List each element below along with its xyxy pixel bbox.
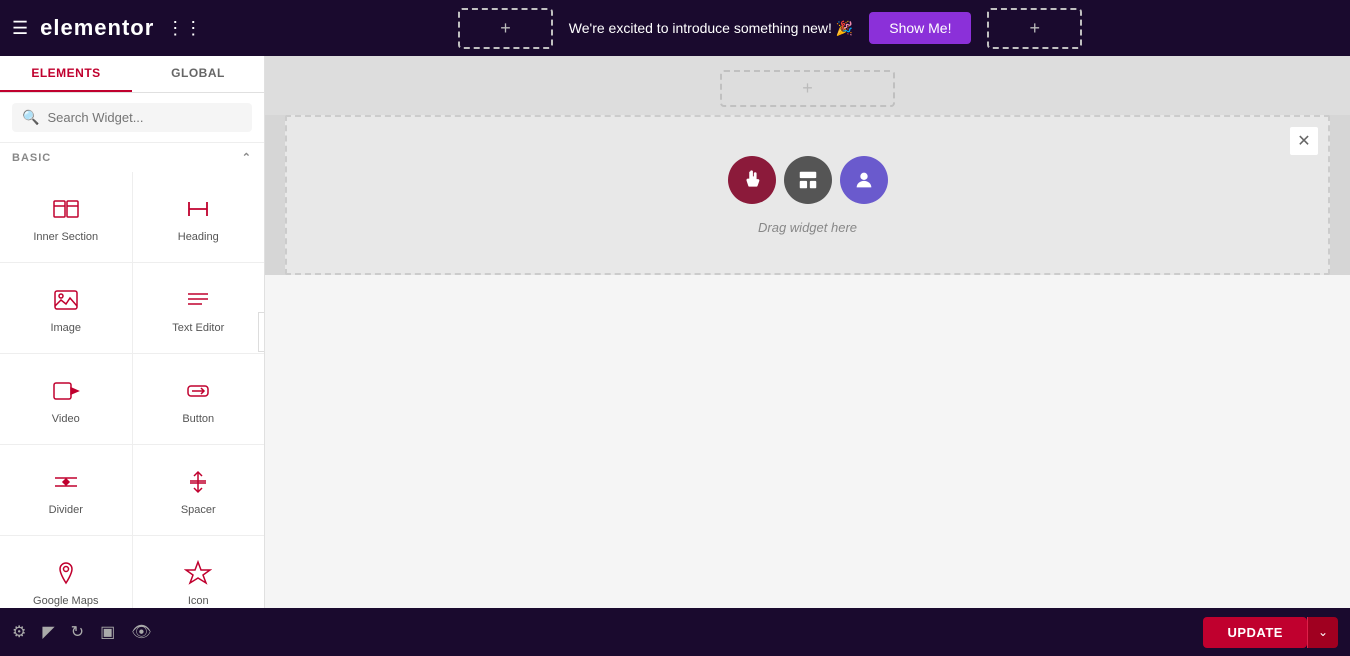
widget-image[interactable]: Image — [0, 263, 132, 353]
video-icon — [52, 377, 80, 405]
action-icons — [728, 156, 888, 204]
search-icon: 🔍 — [22, 109, 39, 126]
bottom-bar-left: ⚙ ◤ ↻ ▣ 👁 — [12, 622, 152, 642]
widget-video[interactable]: Video — [0, 354, 132, 444]
heading-icon — [184, 195, 212, 223]
action-section-button[interactable] — [784, 156, 832, 204]
widget-image-label: Image — [50, 322, 81, 334]
widget-heading[interactable]: Heading — [133, 172, 265, 262]
widget-google-maps-label: Google Maps — [33, 595, 98, 607]
button-icon — [184, 377, 212, 405]
canvas-sections-container: ✕ — [265, 115, 1350, 275]
divider-icon — [52, 468, 80, 496]
spacer-icon — [184, 468, 212, 496]
section-block: ✕ — [285, 115, 1330, 275]
update-wrap: UPDATE ⌄ — [1203, 617, 1338, 648]
widget-button-label: Button — [182, 413, 214, 425]
widget-inner-section[interactable]: Inner Section — [0, 172, 132, 262]
widgets-grid: Inner Section Heading — [0, 172, 264, 608]
drag-hint: Drag widget here — [758, 220, 857, 235]
announcement-bar: We're excited to introduce something new… — [569, 20, 853, 37]
action-drag-button[interactable] — [728, 156, 776, 204]
grid-icon[interactable]: ⋮⋮ — [166, 18, 202, 39]
widget-google-maps[interactable]: Google Maps — [0, 536, 132, 608]
widget-heading-label: Heading — [178, 231, 219, 243]
action-user-button[interactable] — [840, 156, 888, 204]
widget-icon-label: Icon — [188, 595, 209, 607]
top-bar-center: + We're excited to introduce something n… — [202, 8, 1338, 49]
canvas-top-add-area: + — [265, 56, 1350, 115]
widget-inner-section-label: Inner Section — [33, 231, 98, 243]
widget-button[interactable]: Button — [133, 354, 265, 444]
widget-spacer[interactable]: Spacer — [133, 445, 265, 535]
section-close-button[interactable]: ✕ — [1290, 127, 1318, 155]
icon-icon — [184, 559, 212, 587]
hamburger-icon[interactable]: ☰ — [12, 18, 28, 39]
section-inner: Drag widget here — [728, 156, 888, 235]
widget-icon[interactable]: Icon — [133, 536, 265, 608]
history-icon[interactable]: ↻ — [71, 622, 84, 642]
widget-text-editor-label: Text Editor — [172, 322, 224, 334]
announcement-text: We're excited to introduce something new… — [569, 20, 853, 37]
widget-text-editor[interactable]: Text Editor — [133, 263, 265, 353]
image-icon — [52, 286, 80, 314]
main-layout: ELEMENTS GLOBAL 🔍 BASIC ⌃ — [0, 56, 1350, 608]
section-header: BASIC ⌃ — [0, 143, 264, 172]
search-container: 🔍 — [0, 93, 264, 143]
add-section-top-left[interactable]: + — [458, 8, 553, 49]
tab-global[interactable]: GLOBAL — [132, 56, 264, 92]
google-maps-icon — [52, 559, 80, 587]
section-label: BASIC — [12, 152, 51, 164]
top-bar: ☰ elementor ⋮⋮ + We're excited to introd… — [0, 0, 1350, 56]
settings-icon[interactable]: ⚙ — [12, 622, 26, 642]
preview-icon[interactable]: 👁 — [131, 622, 151, 642]
search-input-wrap: 🔍 — [12, 103, 252, 132]
canvas-area: + ✕ — [265, 56, 1350, 608]
widget-video-label: Video — [52, 413, 80, 425]
widget-divider-label: Divider — [49, 504, 83, 516]
widget-divider[interactable]: Divider — [0, 445, 132, 535]
search-input[interactable] — [47, 110, 242, 125]
elementor-logo: elementor — [40, 15, 154, 41]
widget-spacer-label: Spacer — [181, 504, 216, 516]
bottom-bar: ⚙ ◤ ↻ ▣ 👁 UPDATE ⌄ — [0, 608, 1350, 656]
show-me-button[interactable]: Show Me! — [869, 12, 971, 44]
sidebar-collapse-button[interactable]: ‹ — [258, 312, 265, 352]
top-bar-left: ☰ elementor ⋮⋮ — [12, 15, 202, 41]
add-section-canvas-top[interactable]: + — [720, 70, 895, 107]
update-dropdown-button[interactable]: ⌄ — [1307, 617, 1338, 648]
responsive-icon[interactable]: ▣ — [100, 622, 115, 642]
inner-section-icon — [52, 195, 80, 223]
sidebar: ELEMENTS GLOBAL 🔍 BASIC ⌃ — [0, 56, 265, 608]
canvas-bottom-area — [265, 275, 1350, 608]
collapse-icon[interactable]: ⌃ — [242, 151, 252, 164]
add-section-top-right[interactable]: + — [987, 8, 1082, 49]
sidebar-tabs: ELEMENTS GLOBAL — [0, 56, 264, 93]
layers-icon[interactable]: ◤ — [42, 622, 54, 642]
tab-elements[interactable]: ELEMENTS — [0, 56, 132, 92]
update-button[interactable]: UPDATE — [1203, 617, 1306, 648]
text-editor-icon — [184, 286, 212, 314]
